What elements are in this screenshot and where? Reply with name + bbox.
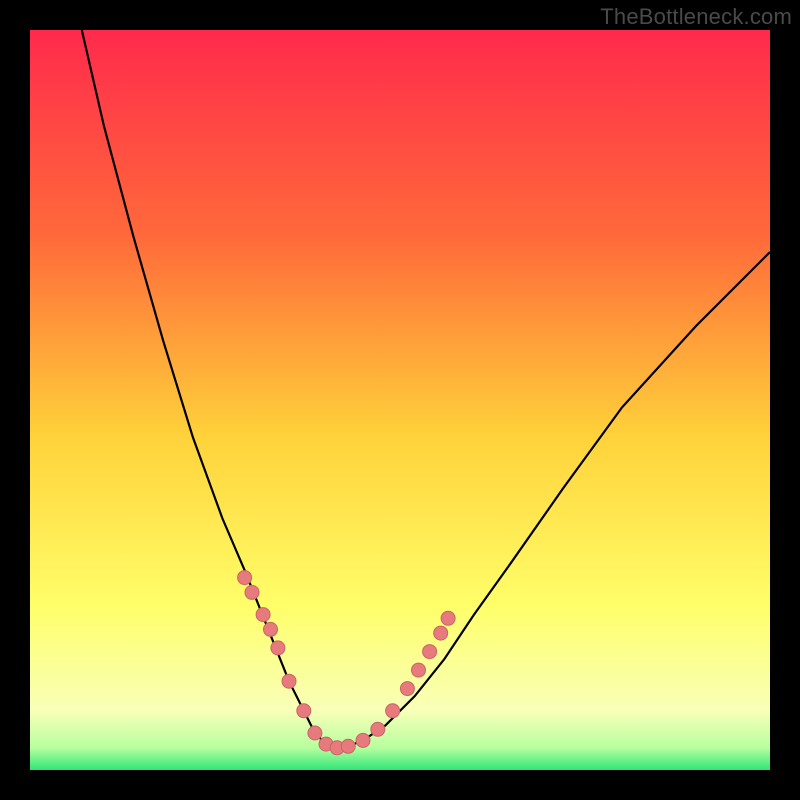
- data-marker: [264, 622, 278, 636]
- data-marker: [238, 571, 252, 585]
- data-marker: [423, 645, 437, 659]
- outer-frame: TheBottleneck.com: [0, 0, 800, 800]
- data-marker: [256, 608, 270, 622]
- data-marker: [341, 739, 355, 753]
- data-marker: [271, 641, 285, 655]
- data-marker: [412, 663, 426, 677]
- plot-area: [30, 30, 770, 770]
- chart-svg: [30, 30, 770, 770]
- data-marker: [371, 722, 385, 736]
- data-marker: [434, 626, 448, 640]
- data-marker: [308, 726, 322, 740]
- data-marker: [386, 704, 400, 718]
- data-marker: [282, 674, 296, 688]
- gradient-background: [30, 30, 770, 770]
- data-marker: [400, 682, 414, 696]
- data-marker: [441, 611, 455, 625]
- data-marker: [356, 733, 370, 747]
- data-marker: [297, 704, 311, 718]
- watermark-text: TheBottleneck.com: [600, 4, 792, 30]
- data-marker: [245, 585, 259, 599]
